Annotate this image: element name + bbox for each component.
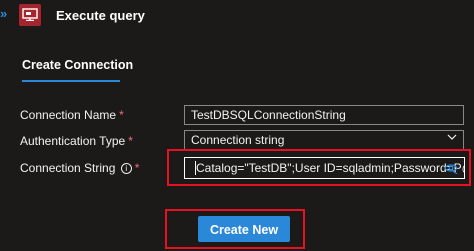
connection-name-label-text: Connection Name [20, 108, 117, 122]
expand-chevron-icon[interactable]: » [0, 6, 7, 21]
query-monitor-icon [19, 4, 41, 26]
authentication-type-label-text: Authentication Type [20, 134, 126, 148]
highlight-connection-string [167, 149, 471, 186]
info-icon[interactable]: i [120, 163, 132, 174]
chevron-down-icon [447, 132, 457, 145]
authentication-type-label: Authentication Type * [20, 134, 133, 148]
page-title: Execute query [56, 8, 145, 23]
connection-string-label-text: Connection String [20, 161, 116, 175]
connection-name-label: Connection Name * [20, 108, 124, 122]
tab-create-connection[interactable]: Create Connection [22, 58, 133, 72]
authentication-type-select[interactable]: Connection string [184, 130, 464, 150]
connection-name-value: TestDBSQLConnectionString [191, 108, 346, 122]
required-marker: * [119, 108, 124, 122]
connection-string-label: Connection String i * [20, 161, 139, 175]
highlight-create-new [165, 209, 305, 249]
tab-active-indicator [22, 80, 120, 82]
connection-name-input[interactable]: TestDBSQLConnectionString [184, 105, 464, 125]
authentication-type-value: Connection string [191, 133, 285, 147]
panel-root: » Execute query Create Connection Connec… [0, 0, 474, 251]
required-marker: * [134, 161, 140, 175]
required-marker: * [128, 134, 133, 148]
